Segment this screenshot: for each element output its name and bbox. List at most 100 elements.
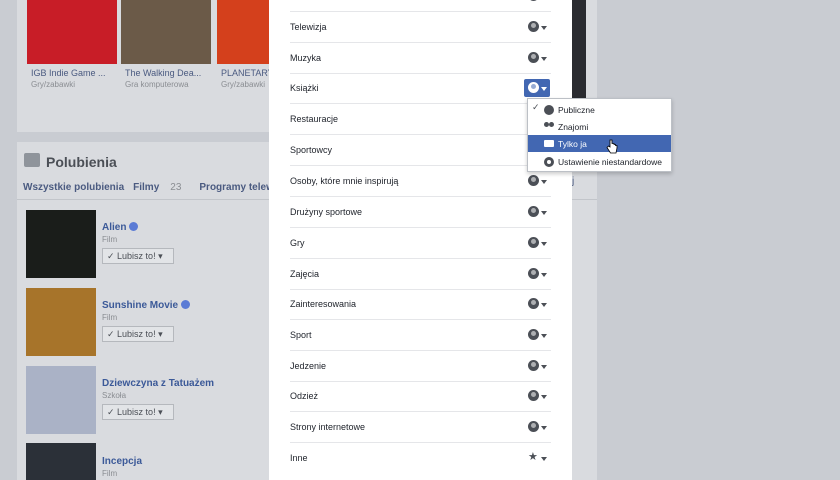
- privacy-row: Książki: [290, 73, 551, 104]
- game-thumbnail: [121, 0, 211, 64]
- audience-selector[interactable]: [524, 265, 550, 283]
- privacy-row: Telewizja: [290, 12, 551, 43]
- audience-selector[interactable]: [524, 0, 550, 5]
- like-name[interactable]: Sunshine Movie: [102, 300, 191, 311]
- like-thumbnail[interactable]: [26, 443, 96, 480]
- like-name[interactable]: Dziewczyna z Tatuażem: [102, 378, 214, 389]
- like-button[interactable]: ✓ Lubisz to! ▾: [102, 248, 174, 264]
- verified-badge-icon: [181, 300, 191, 309]
- globe-icon: [528, 175, 539, 186]
- audience-selector[interactable]: [524, 418, 550, 436]
- privacy-settings-panel: Telewizja Muzyka Książki Restauracje Spo…: [269, 0, 572, 480]
- like-button[interactable]: ✓ Lubisz to! ▾: [102, 404, 174, 420]
- globe-icon: [528, 0, 539, 1]
- tab-movies-count: 23: [170, 182, 182, 193]
- audience-selector[interactable]: [524, 18, 550, 36]
- like-thumbnail[interactable]: [26, 288, 96, 356]
- globe-icon: [528, 298, 539, 309]
- audience-selector[interactable]: [524, 172, 550, 190]
- chevron-down-icon: [541, 87, 547, 91]
- chevron-down-icon: [541, 365, 547, 369]
- game-tile[interactable]: The Walking Dea... Gra komputerowa: [121, 0, 211, 96]
- audience-selector[interactable]: [524, 203, 550, 221]
- chevron-down-icon: [541, 26, 547, 30]
- privacy-row-label: Muzyka: [290, 53, 322, 63]
- like-type: Film: [102, 469, 118, 478]
- lock-icon: [544, 140, 554, 147]
- option-label: Znajomi: [558, 122, 589, 132]
- like-thumbnail[interactable]: [26, 210, 96, 278]
- privacy-row-label: Restauracje: [290, 114, 339, 124]
- verified-badge-icon: [129, 222, 139, 231]
- privacy-row: Inne ★: [290, 443, 551, 474]
- audience-selector[interactable]: [524, 295, 550, 313]
- globe-icon: [528, 268, 539, 279]
- chevron-down-icon: [541, 334, 547, 338]
- hand-cursor-icon: [606, 139, 618, 154]
- tab-all-likes[interactable]: Wszystkie polubienia: [23, 182, 124, 193]
- like-button[interactable]: ✓ Lubisz to! ▾: [102, 326, 174, 342]
- privacy-row-label: Książki: [290, 83, 319, 93]
- chevron-down-icon: [541, 57, 547, 61]
- like-type: Film: [102, 313, 118, 322]
- audience-selector-open[interactable]: [524, 79, 550, 97]
- audience-selector[interactable]: ★: [524, 449, 550, 467]
- privacy-row-label: Gry: [290, 238, 305, 248]
- privacy-row: Strony internetowe: [290, 412, 551, 443]
- game-category: Gry/zabawki: [221, 80, 266, 89]
- globe-icon: [528, 237, 539, 248]
- privacy-row-label: Zainteresowania: [290, 299, 357, 309]
- globe-icon: [544, 105, 554, 115]
- chevron-down-icon: [541, 211, 547, 215]
- likes-tabs: Wszystkie polubienia Filmy 23 Programy tele…: [23, 182, 311, 193]
- privacy-row-label: Jedzenie: [290, 361, 327, 371]
- privacy-row-label: Sportowcy: [290, 145, 333, 155]
- privacy-row: Muzyka: [290, 43, 551, 74]
- audience-selector[interactable]: [524, 357, 550, 375]
- audience-option-friends[interactable]: Znajomi: [528, 118, 671, 135]
- option-label: Ustawienie niestandardowe: [558, 157, 662, 167]
- game-tile[interactable]: IGB Indie Game ... Gry/zabawki: [27, 0, 117, 96]
- privacy-row-label: Strony internetowe: [290, 422, 366, 432]
- like-name[interactable]: Alien: [102, 222, 139, 233]
- option-label: Tylko ja: [558, 139, 587, 149]
- option-label: Publiczne: [558, 105, 595, 115]
- gear-icon: [544, 157, 554, 167]
- privacy-row: Sport: [290, 320, 551, 351]
- chevron-down-icon: [541, 457, 547, 461]
- thumbs-up-icon: [24, 153, 40, 167]
- privacy-row: Jedzenie: [290, 351, 551, 382]
- tab-more[interactable]: j: [572, 176, 574, 187]
- chevron-down-icon: [541, 273, 547, 277]
- privacy-row-label: Telewizja: [290, 22, 327, 32]
- likes-heading: Polubienia: [46, 154, 117, 170]
- globe-icon: [528, 329, 539, 340]
- privacy-row-label: Odzież: [290, 391, 319, 401]
- like-thumbnail[interactable]: [26, 366, 96, 434]
- tab-movies[interactable]: Filmy 23: [133, 182, 190, 193]
- privacy-row-label: Drużyny sportowe: [290, 207, 363, 217]
- globe-icon: [528, 82, 539, 93]
- privacy-row: Gry: [290, 228, 551, 259]
- audience-option-public[interactable]: ✓ Publiczne: [528, 101, 671, 118]
- audience-selector[interactable]: [524, 326, 550, 344]
- privacy-row: Osoby, które mnie inspirują: [290, 166, 551, 197]
- privacy-row: Zainteresowania: [290, 289, 551, 320]
- game-category: Gra komputerowa: [125, 80, 189, 89]
- globe-icon: [528, 390, 539, 401]
- audience-option-custom[interactable]: Ustawienie niestandardowe: [528, 153, 671, 170]
- game-title: IGB Indie Game ...: [31, 68, 106, 78]
- like-name[interactable]: Incepcja: [102, 456, 142, 467]
- chevron-down-icon: [541, 395, 547, 399]
- audience-dropdown-menu: ✓ Publiczne Znajomi Tylko ja Ustawienie …: [527, 98, 672, 172]
- privacy-row: Restauracje: [290, 104, 551, 135]
- globe-icon: [528, 21, 539, 32]
- like-type: Film: [102, 235, 118, 244]
- audience-selector[interactable]: [524, 49, 550, 67]
- checkmark-icon: ✓: [532, 103, 540, 113]
- audience-selector[interactable]: [524, 234, 550, 252]
- game-tile-edge: [572, 0, 586, 110]
- chevron-down-icon: [541, 242, 547, 246]
- audience-selector[interactable]: [524, 387, 550, 405]
- audience-option-only-me[interactable]: Tylko ja: [528, 135, 671, 152]
